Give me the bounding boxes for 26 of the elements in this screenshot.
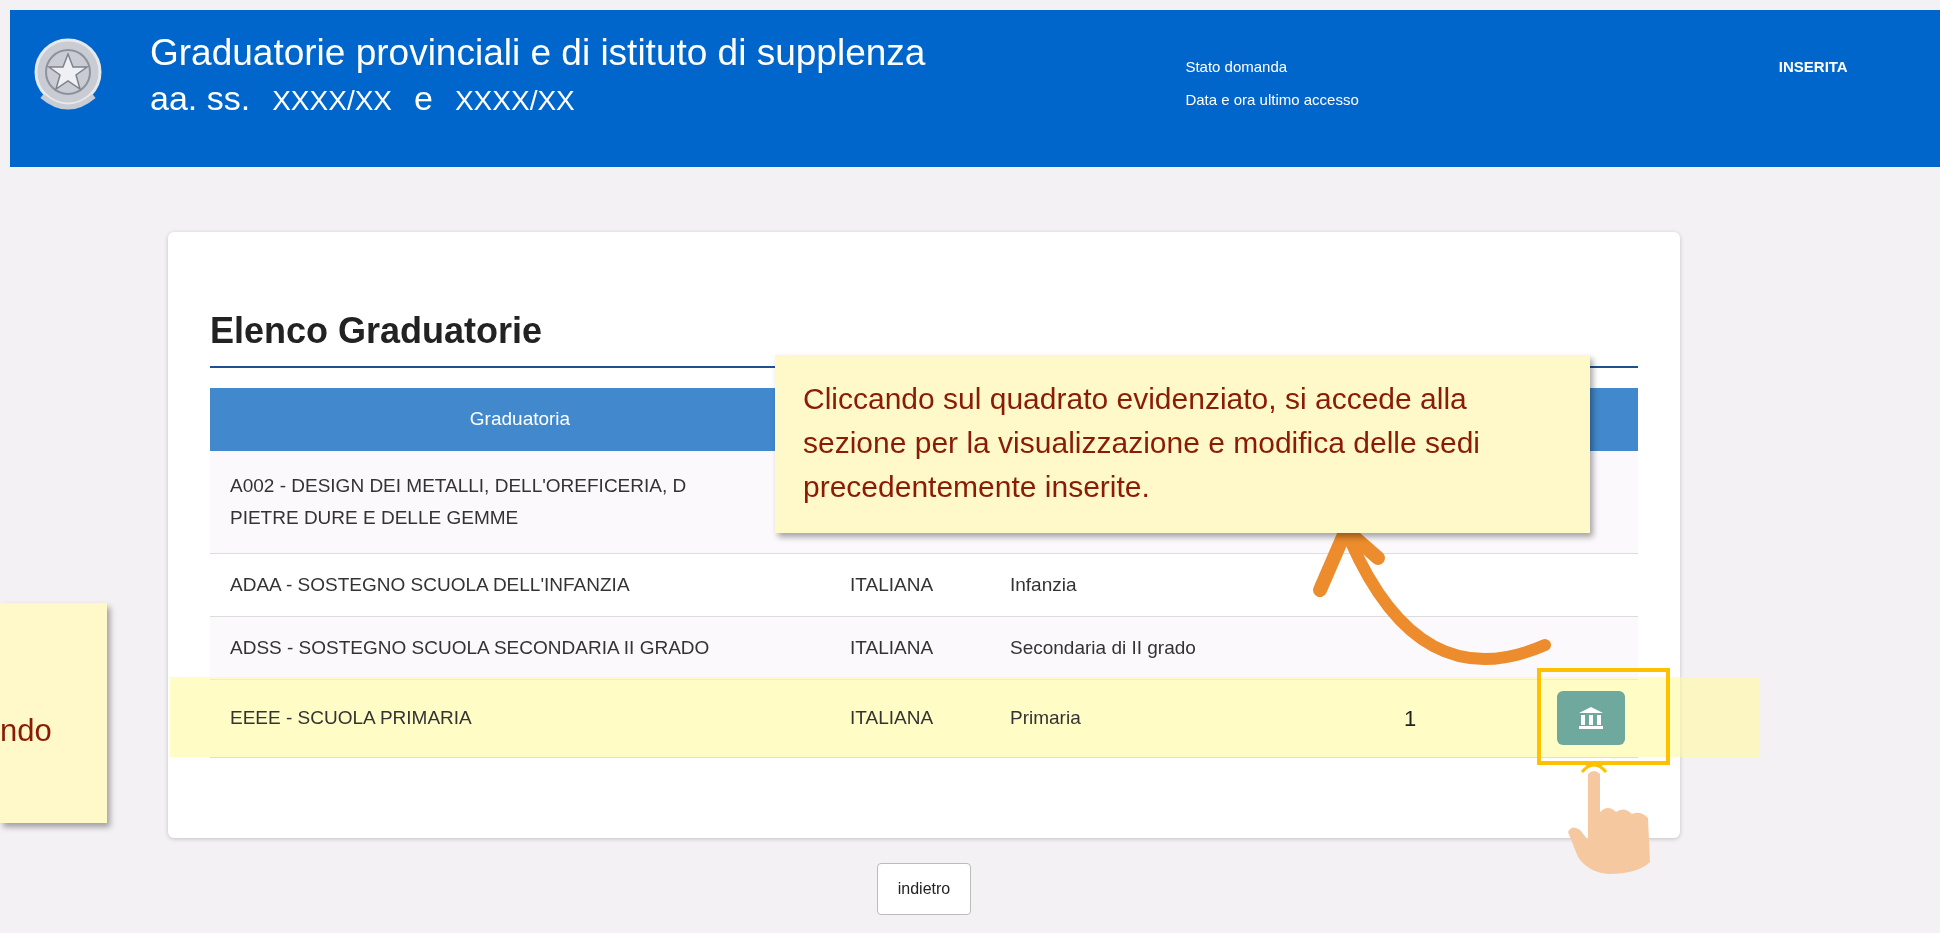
- table-cell-text: ITALIANA: [850, 572, 934, 597]
- status-label: Stato domanda: [1185, 57, 1289, 77]
- table-cell-text: EEEE - SCUOLA PRIMARIA: [230, 706, 472, 730]
- school-year-text: XXXX/XX: [454, 84, 575, 118]
- table-cell-text: ADAA - SOSTEGNO SCUOLA DELL'INFANZIA: [230, 572, 630, 597]
- table-cell-text: ITALIANA: [850, 635, 934, 660]
- status-value: INSERITA: [1778, 57, 1848, 77]
- table-cell-text: Primaria: [1010, 706, 1081, 730]
- back-button[interactable]: indietro: [876, 863, 972, 915]
- app-title: Graduatorie provinciali e di istituto di supplenza: [150, 31, 926, 75]
- sedi-button[interactable]: [1557, 691, 1625, 745]
- school-year-text: XXXX/XX: [272, 84, 392, 118]
- tooltip-callout: Cliccando sul quadrato evidenziato, si accede alla sezione per la visualizzazione e modifica delle sedi precedentemente inserite.: [775, 355, 1590, 533]
- table-cell-text: Secondaria di II grado: [1010, 635, 1196, 660]
- status-label: Data e ora ultimo accesso: [1185, 89, 1359, 110]
- table-cell-text: Infanzia: [1010, 572, 1077, 597]
- table-cell-text: ADSS - SOSTEGNO SCUOLA SECONDARIA II GRADO: [230, 635, 710, 660]
- column-header: Graduatoria: [469, 408, 571, 430]
- tooltip-callout: ndo: [0, 603, 107, 823]
- school-year-text: aa. ss.: [150, 78, 251, 118]
- table-cell-text: ITALIANA: [850, 706, 934, 730]
- table-cell-text: 1: [1403, 704, 1417, 733]
- building-icon: [1578, 706, 1604, 730]
- section-heading: Elenco Graduatorie: [210, 310, 544, 352]
- school-year-text: e: [414, 78, 433, 118]
- table-cell-text: A002 - DESIGN DEI METALLI, DELL'OREFICERIA, D PIETRE DURE E DELLE GEMME: [230, 473, 687, 530]
